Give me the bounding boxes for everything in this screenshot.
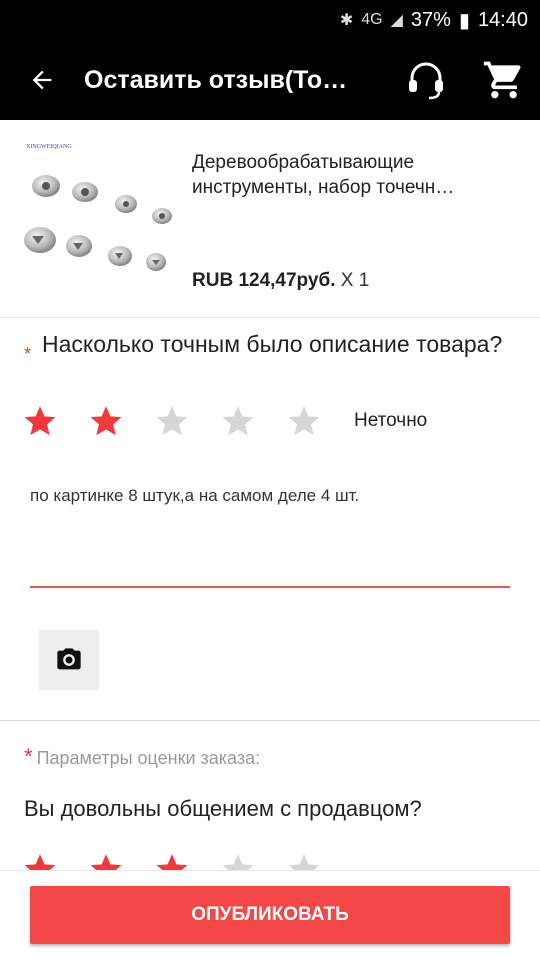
product-name[interactable]: Деревообрабатывающие инструменты, набор … — [192, 150, 512, 200]
publish-button[interactable]: ОПУБЛИКОВАТЬ — [30, 886, 510, 944]
camera-icon — [57, 648, 81, 670]
back-button[interactable] — [0, 40, 84, 120]
params-label-text: Параметры оценки заказа: — [36, 748, 261, 768]
cart-icon[interactable] — [482, 58, 526, 102]
accuracy-rating-stars[interactable] — [22, 404, 322, 438]
star-icon[interactable] — [286, 404, 322, 438]
review-input-underline — [30, 586, 510, 588]
arrow-left-icon — [32, 70, 52, 90]
star-icon[interactable] — [88, 404, 124, 438]
rating-label: Неточно — [354, 410, 428, 431]
divider — [0, 720, 540, 721]
product-brand: XINGWEIQIANG — [26, 144, 72, 150]
product-price: RUB 124,47руб. — [192, 270, 336, 291]
battery-icon: ▮ — [458, 9, 470, 32]
clock: 14:40 — [477, 8, 528, 31]
network-type: 4G — [361, 11, 383, 28]
required-mark: * — [24, 344, 32, 364]
seller-communication-question: Вы довольны общением с продавцом? — [24, 796, 422, 821]
status-bar: ✱ 4G ◢ 37% ▮ 14:40 — [0, 0, 540, 40]
bluetooth-icon: ✱ — [339, 12, 354, 29]
product-image: XINGWEIQIANG — [22, 144, 182, 294]
product-quantity: X 1 — [340, 270, 370, 291]
star-icon[interactable] — [22, 404, 58, 438]
star-icon[interactable] — [154, 404, 190, 438]
add-photo-button[interactable] — [39, 630, 99, 690]
required-mark: * — [24, 744, 33, 769]
product-photo — [24, 175, 172, 271]
product-price-row: RUB 124,47руб. X 1 — [192, 270, 369, 292]
signal-icon: ◢ — [390, 12, 403, 29]
question-text: Насколько точным было описание товара? — [42, 331, 503, 357]
description-accuracy-question: * Насколько точным было описание товара? — [24, 330, 524, 364]
star-icon[interactable] — [220, 404, 256, 438]
battery-percent: 37% — [410, 8, 451, 31]
review-text-input[interactable]: по картинке 8 штук,а на самом деле 4 шт. — [30, 486, 359, 506]
page-title: Оставить отзыв(То… — [84, 65, 348, 94]
order-rating-params-label: * Параметры оценки заказа: — [24, 744, 260, 770]
headset-icon[interactable] — [404, 58, 448, 102]
app-bar: Оставить отзыв(То… — [0, 40, 540, 120]
product-card: XINGWEIQIANG Деревообрабатывающие инстру… — [0, 120, 540, 318]
